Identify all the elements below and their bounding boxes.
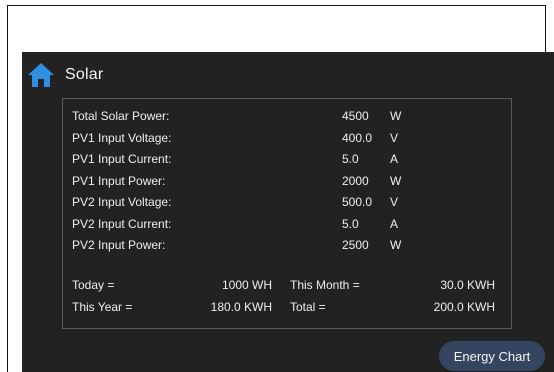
- reading-row-pv1-input-power: PV1 Input Power: 2000 W: [72, 171, 502, 193]
- reading-label: PV2 Input Current:: [72, 216, 172, 231]
- solar-screen: Solar Total Solar Power: 4500 W PV1 Inpu…: [22, 52, 554, 372]
- reading-unit: A: [390, 216, 399, 231]
- today-label: Today =: [72, 278, 115, 292]
- reading-value: 4500: [342, 109, 369, 123]
- month-value: 30.0 KWH: [440, 278, 495, 292]
- total-label: Total =: [290, 300, 326, 314]
- reading-value: 5.0: [342, 152, 359, 166]
- reading-label: PV1 Input Current:: [72, 152, 172, 166]
- reading-unit: W: [390, 109, 402, 123]
- reading-unit: A: [390, 152, 399, 166]
- energy-chart-button[interactable]: Energy Chart: [439, 341, 545, 371]
- reading-value: 5.0: [342, 216, 359, 231]
- energy-summary: Today = 1000 WH This Month = 30.0 KWH Th…: [72, 274, 502, 318]
- solar-readings-panel: Total Solar Power: 4500 W PV1 Input Volt…: [62, 98, 512, 329]
- reading-value: 2500: [342, 238, 369, 252]
- page-title: Solar: [65, 66, 104, 83]
- reading-row-pv2-input-voltage: PV2 Input Voltage: 500.0 V: [72, 192, 502, 214]
- year-value: 180.0 KWH: [210, 300, 272, 314]
- header: Solar: [27, 60, 103, 90]
- reading-value: 500.0: [342, 195, 373, 209]
- home-icon[interactable]: [27, 61, 55, 89]
- reading-label: PV2 Input Power:: [72, 238, 166, 252]
- reading-unit: W: [390, 173, 402, 188]
- reading-row-pv1-input-voltage: PV1 Input Voltage: 400.0 V: [72, 128, 502, 150]
- year-label: This Year =: [72, 300, 133, 314]
- readings-list: Total Solar Power: 4500 W PV1 Input Volt…: [72, 106, 502, 257]
- reading-label: PV2 Input Voltage:: [72, 195, 172, 209]
- summary-row-year-total: This Year = 180.0 KWH Total = 200.0 KWH: [72, 296, 502, 318]
- reading-value: 2000: [342, 173, 369, 188]
- reading-unit: W: [390, 238, 402, 252]
- total-value: 200.0 KWH: [433, 300, 495, 314]
- reading-label: PV1 Input Voltage:: [72, 130, 172, 145]
- reading-unit: V: [390, 130, 399, 145]
- reading-value: 400.0: [342, 130, 373, 145]
- summary-row-today-month: Today = 1000 WH This Month = 30.0 KWH: [72, 274, 502, 296]
- reading-row-pv2-input-current: PV2 Input Current: 5.0 A: [72, 214, 502, 236]
- today-value: 1000 WH: [221, 278, 272, 292]
- reading-label: Total Solar Power:: [72, 109, 170, 123]
- reading-row-pv1-input-current: PV1 Input Current: 5.0 A: [72, 149, 502, 171]
- reading-row-pv2-input-power: PV2 Input Power: 2500 W: [72, 235, 502, 257]
- reading-unit: V: [390, 195, 399, 209]
- month-label: This Month =: [290, 278, 360, 292]
- reading-label: PV1 Input Power:: [72, 173, 166, 188]
- reading-row-total-solar-power: Total Solar Power: 4500 W: [72, 106, 502, 128]
